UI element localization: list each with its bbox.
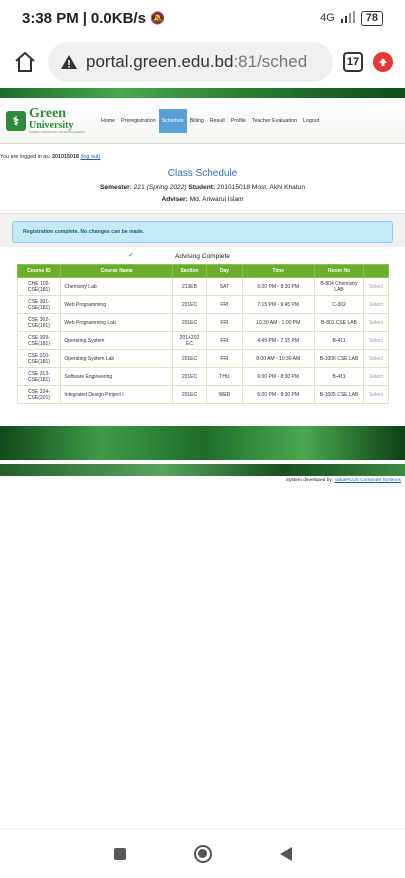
logout-link[interactable]: (log out)	[80, 154, 100, 160]
nav-schedule[interactable]: Schedule	[158, 108, 187, 133]
student-name: 201015018 Most. Akhi Khatun	[217, 184, 305, 191]
footer-banner-strip	[0, 464, 405, 476]
status-time: 3:38 PM	[22, 9, 79, 27]
battery-icon: 78	[360, 10, 383, 26]
nav-preregistration[interactable]: Preregistration	[118, 109, 158, 133]
signal-icon	[340, 10, 355, 26]
adviser-line: Adviser: Md. Anwarul Islam	[161, 196, 244, 203]
header-banner	[0, 88, 405, 98]
university-logo[interactable]: ⚕ Green University GREEN UNIVERSITY OF B…	[6, 107, 90, 134]
main-nav: Home Preregistration Schedule Billing Re…	[98, 108, 322, 133]
table-row: CHE 102-CSE(181) Chemistry Lab 213EB SAT…	[16, 277, 389, 296]
col-course-name: Course Name	[60, 264, 173, 278]
page-title: Class Schedule	[167, 168, 238, 179]
col-day: Day	[205, 264, 243, 278]
status-left: 3:38 PM | 0.0KB/s 🔕	[22, 9, 165, 27]
site-header: ⚕ Green University GREEN UNIVERSITY OF B…	[0, 98, 405, 144]
url-text: portal.green.edu.bd:81/sched	[86, 52, 308, 71]
registration-alert: Registration complete. No changes can be…	[12, 221, 393, 243]
system-nav-bar	[0, 828, 405, 878]
nav-profile[interactable]: Profile	[228, 109, 249, 133]
status-right: 4G 78	[320, 10, 383, 26]
home-circle-icon	[198, 849, 207, 858]
select-button[interactable]: Select	[363, 367, 389, 386]
developer-link[interactable]: ValuePLUS Computer Systems	[334, 478, 401, 483]
alert-band: Registration complete. No changes can be…	[0, 214, 405, 247]
status-speed: 0.0KB/s	[90, 9, 146, 27]
tab-switcher-button[interactable]: 17	[343, 52, 363, 72]
table-row: CSE 324-CSE(201) Integrated Design Proje…	[16, 385, 389, 404]
home-icon	[15, 51, 35, 72]
advising-status: ✓ Advising Complete	[128, 252, 230, 260]
logo-tagline: GREEN UNIVERSITY OF BANGLADESH	[29, 130, 85, 134]
col-course-id: Course ID	[16, 264, 62, 278]
web-page: ⚕ Green University GREEN UNIVERSITY OF B…	[0, 88, 405, 828]
select-button[interactable]: Select	[363, 349, 389, 368]
table-row: CSE 302-CSE(181) Web Programming Lab 201…	[16, 313, 389, 332]
logo-name: Green	[29, 106, 67, 121]
logo-emblem-icon: ⚕	[6, 110, 26, 131]
select-button[interactable]: Select	[363, 295, 389, 314]
arrow-up-icon	[379, 58, 387, 66]
checkmark-icon: ✓	[128, 252, 134, 259]
table-row: CSE 309-CSE(181) Operating System 201+20…	[16, 331, 389, 350]
select-button[interactable]: Select	[363, 385, 389, 404]
nav-billing[interactable]: Billing	[187, 109, 207, 133]
col-section: Section	[172, 264, 207, 278]
select-button[interactable]: Select	[363, 277, 389, 296]
footer-credit: System developed by: ValuePLUS Computer …	[285, 478, 401, 483]
browser-toolbar: portal.green.edu.bd:81/sched 17	[0, 36, 405, 88]
nav-home[interactable]: Home	[98, 109, 118, 133]
home-nav-button[interactable]	[193, 844, 212, 863]
user-id: 201015018	[51, 154, 79, 160]
col-time: Time	[241, 264, 315, 278]
col-room: Room No	[313, 264, 365, 278]
login-info: You are logged in as: 201015018 (log out…	[0, 154, 101, 160]
nav-logout[interactable]: Logout	[300, 109, 322, 133]
home-button[interactable]	[12, 49, 38, 75]
warning-icon	[61, 55, 77, 69]
adviser-name: Md. Anwarul Islam	[189, 196, 244, 203]
select-button[interactable]: Select	[363, 331, 389, 350]
nav-result[interactable]: Result	[207, 109, 228, 133]
select-button[interactable]: Select	[363, 313, 389, 332]
url-bar[interactable]: portal.green.edu.bd:81/sched	[48, 42, 333, 82]
schedule-header: Class Schedule Semester: 221 (Spring 202…	[0, 168, 405, 203]
semester-code: 221	[133, 184, 145, 191]
semester-student-line: Semester: 221 (Spring 2022) Student: 201…	[100, 184, 305, 191]
recent-apps-button[interactable]	[113, 847, 126, 860]
table-row: CSE 301-CSE(181) Web Programming 201EC F…	[16, 295, 389, 314]
status-bar: 3:38 PM | 0.0KB/s 🔕 4G 78	[0, 0, 405, 36]
footer-banner	[0, 426, 405, 460]
table-header-row: Course ID Course Name Section Day Time R…	[16, 264, 389, 278]
semester-name: (Spring 2022)	[146, 184, 187, 191]
mute-icon: 🔕	[149, 11, 165, 25]
back-button[interactable]	[279, 846, 292, 861]
table-row: CSE 313-CSE(181) Software Engineering 20…	[16, 367, 389, 386]
schedule-table: Course ID Course Name Section Day Time R…	[16, 264, 389, 404]
table-row: CSE 310-CSE(181) Operating System Lab 20…	[16, 349, 389, 368]
network-type: 4G	[320, 12, 335, 24]
update-button[interactable]	[373, 52, 393, 72]
nav-teacher-evaluation[interactable]: Teacher Evaluation	[249, 109, 300, 133]
col-action	[363, 264, 389, 278]
